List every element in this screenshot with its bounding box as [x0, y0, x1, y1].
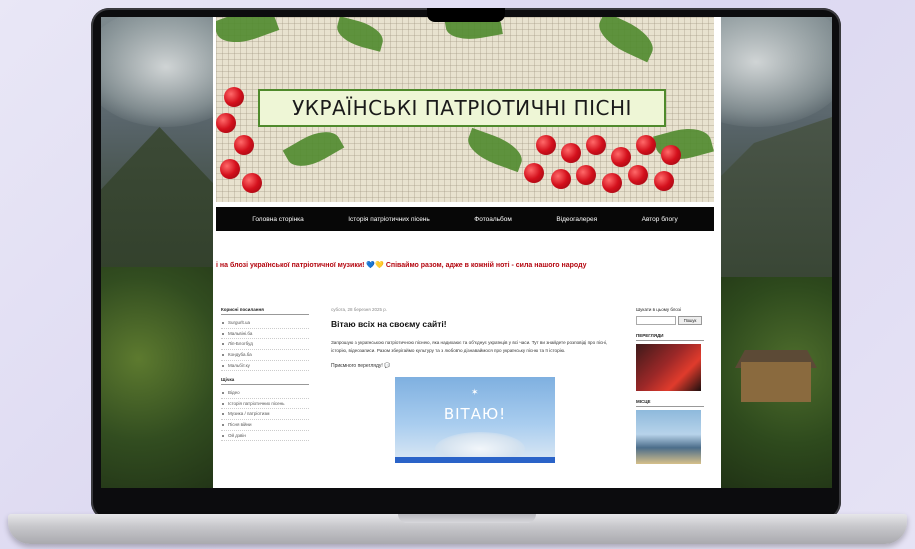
scrolling-marquee: і на блозі української патріотичної музи…: [216, 261, 714, 275]
concert-photo[interactable]: [636, 343, 701, 391]
viburnum-berry: [220, 159, 240, 179]
marquee-text-start: і на блозі української патріотичної музи…: [216, 262, 365, 269]
camera-notch: [427, 8, 505, 22]
nav-author[interactable]: Автор блогу: [642, 216, 678, 223]
post-signature-text: Приємного перегляду!: [331, 362, 383, 369]
background-house: [741, 362, 811, 402]
nav-home[interactable]: Головна сторінка: [252, 216, 304, 223]
main-navigation: Головна сторінка Історія патріотичних пі…: [216, 207, 714, 231]
nav-history[interactable]: Історія патріотичних пісень: [348, 216, 430, 223]
main-post: субота, 28 березня 2025 р. Вітаю всіх на…: [331, 307, 621, 463]
marquee-text-end: Співаймо разом, адже в кожній ноті - сил…: [385, 262, 587, 269]
sidebar-link[interactable]: Ліп-Блогбуд: [221, 339, 309, 350]
viburnum-berry: [576, 165, 596, 185]
right-sidebar: Шукати в цьому блозі Пошук ПЕРЕГЛЯДИ МІС…: [636, 307, 704, 464]
labels-list: Відео Історія патріотичних пісень Музика…: [221, 388, 309, 442]
sidebar-link[interactable]: Кондуба.ба: [221, 350, 309, 361]
embroidery-leaf: [216, 17, 280, 51]
city-photo[interactable]: [636, 409, 701, 464]
star-icon: ✶: [471, 386, 479, 397]
blog-title-banner: УКРАЇНСЬКІ ПАТРІОТИЧНІ ПІСНІ: [258, 89, 666, 127]
viburnum-berry: [654, 171, 674, 191]
embroidery-leaf: [282, 123, 345, 175]
left-sidebar: Корисні посилання Surgurlt.ua Мальвіні.б…: [221, 307, 309, 447]
viburnum-berry: [661, 145, 681, 165]
blog-header: УКРАЇНСЬКІ ПАТРІОТИЧНІ ПІСНІ: [216, 17, 714, 202]
post-image-flag-stripe: [395, 456, 555, 463]
search-row: Пошук: [636, 315, 704, 325]
labels-widget-title: Щічка: [221, 377, 309, 386]
post-greeting-image[interactable]: ✶ ВІТАЮ!: [395, 376, 555, 463]
place-widget-title: МІСЦЕ: [636, 399, 704, 407]
nav-photo-album[interactable]: Фотоальбом: [474, 216, 512, 223]
yellow-heart-icon: 💛: [375, 262, 384, 269]
viburnum-berry: [586, 135, 606, 155]
viburnum-berry: [636, 135, 656, 155]
viburnum-berry: [216, 113, 236, 133]
nav-video-gallery[interactable]: Відеогалерея: [556, 216, 597, 223]
search-label: Шукати в цьому блозі: [636, 307, 681, 312]
viburnum-berry: [242, 173, 262, 193]
search-button[interactable]: Пошук: [678, 315, 702, 325]
blue-heart-icon: 💙: [366, 262, 376, 269]
search-input[interactable]: [636, 315, 676, 325]
sidebar-link[interactable]: Surgurlt.ua: [221, 318, 309, 329]
viburnum-berry: [551, 169, 571, 189]
links-list: Surgurlt.ua Мальвіні.ба Ліп-Блогбуд Конд…: [221, 318, 309, 372]
sidebar-label[interactable]: Історія патріотичних пісень: [221, 399, 309, 410]
viburnum-berry: [224, 87, 244, 107]
post-title[interactable]: Вітаю всіх на своєму сайті!: [331, 319, 621, 329]
views-widget-title: ПЕРЕГЛЯДИ: [636, 333, 704, 341]
links-widget-title: Корисні посилання: [221, 307, 309, 315]
sidebar-link[interactable]: Мальбіт.ку: [221, 361, 309, 372]
sidebar-label[interactable]: Ой дзвін: [221, 431, 309, 442]
sidebar-label[interactable]: Пісня війни: [221, 420, 309, 431]
viburnum-berry: [561, 143, 581, 163]
background-forest-left: [101, 267, 226, 488]
embroidery-leaf: [333, 17, 387, 52]
screen: УКРАЇНСЬКІ ПАТРІОТИЧНІ ПІСНІ Головна сто…: [101, 17, 832, 488]
viburnum-berry: [602, 173, 622, 193]
viburnum-berry: [628, 165, 648, 185]
laptop-base-notch: [398, 514, 536, 523]
sidebar-label[interactable]: Відео: [221, 388, 309, 399]
speech-bubble-icon: 💬: [384, 362, 391, 369]
viburnum-berry: [234, 135, 254, 155]
sidebar-link[interactable]: Мальвіні.ба: [221, 329, 309, 340]
viburnum-berry: [611, 147, 631, 167]
embroidery-leaf: [463, 127, 527, 173]
blog-title: УКРАЇНСЬКІ ПАТРІОТИЧНІ ПІСНІ: [292, 96, 632, 120]
sidebar-label[interactable]: Музика / патріотизм: [221, 409, 309, 420]
post-image-caption: ВІТАЮ!: [443, 404, 507, 423]
viburnum-berry: [536, 135, 556, 155]
post-signature: Приємного перегляду! 💬: [331, 363, 621, 369]
post-date: субота, 28 березня 2025 р.: [331, 307, 387, 312]
viburnum-berry: [524, 163, 544, 183]
embroidery-leaf: [592, 17, 660, 63]
post-body: Запрошую з українською патріотичною пісн…: [331, 340, 608, 353]
blog-page: УКРАЇНСЬКІ ПАТРІОТИЧНІ ПІСНІ Головна сто…: [213, 17, 721, 488]
